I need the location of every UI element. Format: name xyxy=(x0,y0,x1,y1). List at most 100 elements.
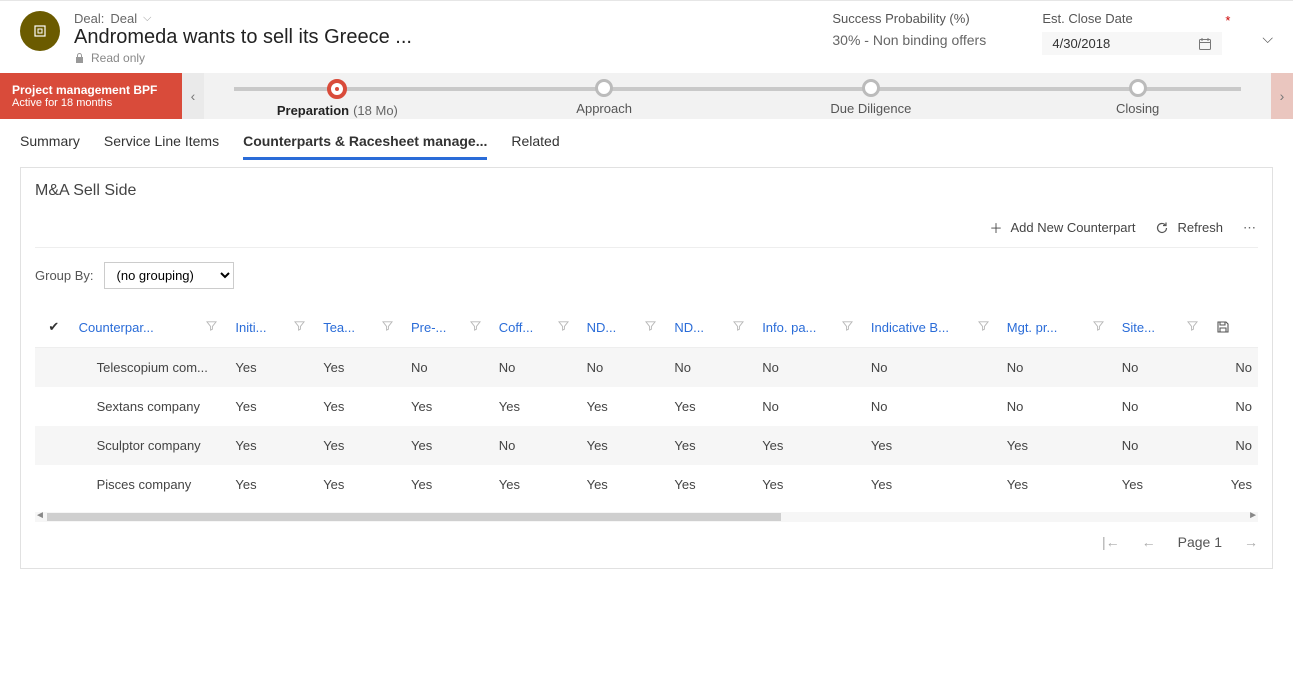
grid-cell[interactable]: Yes xyxy=(405,426,493,465)
grid-cell[interactable]: Yes xyxy=(229,348,317,388)
grid-cell[interactable]: Yes xyxy=(229,465,317,504)
grid-cell[interactable]: Yes xyxy=(668,465,756,504)
column-header[interactable]: Coff... xyxy=(493,307,581,348)
scrollbar-thumb[interactable] xyxy=(47,513,781,521)
grid-cell[interactable]: Yes xyxy=(1116,465,1210,504)
grid-cell[interactable]: Yes xyxy=(317,465,405,504)
grid-cell[interactable]: No xyxy=(581,348,669,388)
row-select-cell[interactable] xyxy=(35,348,73,388)
group-by-select[interactable]: (no grouping) xyxy=(104,262,234,289)
tab-summary[interactable]: Summary xyxy=(20,133,80,160)
filter-icon[interactable] xyxy=(206,320,223,331)
filter-icon[interactable] xyxy=(294,320,311,331)
grid-cell[interactable]: No xyxy=(1210,387,1258,426)
stage-preparation[interactable]: Preparation(18 Mo) xyxy=(204,75,471,118)
grid-cell[interactable]: No xyxy=(756,387,865,426)
refresh-button[interactable]: Refresh xyxy=(1155,220,1223,235)
grid-cell[interactable]: Yes xyxy=(1001,426,1116,465)
filter-icon[interactable] xyxy=(842,320,859,331)
grid-cell[interactable]: No xyxy=(1116,348,1210,388)
grid-cell[interactable]: Yes xyxy=(229,426,317,465)
grid-cell[interactable]: No xyxy=(493,426,581,465)
column-header[interactable]: Indicative B... xyxy=(865,307,1001,348)
grid-cell[interactable]: No xyxy=(1210,426,1258,465)
column-header[interactable]: Counterpar... xyxy=(73,307,230,348)
grid-cell[interactable]: Yes xyxy=(1001,465,1116,504)
filter-icon[interactable] xyxy=(733,320,750,331)
column-header[interactable]: Initi... xyxy=(229,307,317,348)
filter-icon[interactable] xyxy=(382,320,399,331)
tab-counterparts-racesheet-manage[interactable]: Counterparts & Racesheet manage... xyxy=(243,133,487,160)
table-row[interactable]: Telescopium com...YesYesNoNoNoNoNoNoNoNo… xyxy=(35,348,1258,388)
pager-first-button[interactable]: |← xyxy=(1102,534,1120,550)
column-header[interactable]: Site... xyxy=(1116,307,1210,348)
horizontal-scrollbar[interactable] xyxy=(35,512,1258,522)
pager-next-button[interactable]: → xyxy=(1244,534,1258,550)
counterpart-name-cell[interactable]: Pisces company xyxy=(73,465,230,504)
grid-cell[interactable]: Yes xyxy=(317,426,405,465)
grid-cell[interactable]: No xyxy=(865,387,1001,426)
process-flag[interactable]: Project management BPF Active for 18 mon… xyxy=(0,73,182,119)
grid-cell[interactable]: Yes xyxy=(581,465,669,504)
save-layout-column[interactable] xyxy=(1210,307,1258,348)
column-header[interactable]: ND... xyxy=(668,307,756,348)
row-select-cell[interactable] xyxy=(35,387,73,426)
tab-related[interactable]: Related xyxy=(511,133,559,160)
counterpart-name-cell[interactable]: Sculptor company xyxy=(73,426,230,465)
column-header[interactable]: Pre-... xyxy=(405,307,493,348)
grid-cell[interactable]: Yes xyxy=(865,465,1001,504)
stage-closing[interactable]: Closing xyxy=(1004,75,1271,118)
column-header[interactable]: ND... xyxy=(581,307,669,348)
table-row[interactable]: Sextans companyYesYesYesYesYesYesNoNoNoN… xyxy=(35,387,1258,426)
grid-cell[interactable]: Yes xyxy=(405,387,493,426)
table-row[interactable]: Sculptor companyYesYesYesNoYesYesYesYesY… xyxy=(35,426,1258,465)
column-header[interactable]: Info. pa... xyxy=(756,307,865,348)
grid-cell[interactable]: Yes xyxy=(668,426,756,465)
grid-cell[interactable]: Yes xyxy=(493,387,581,426)
grid-cell[interactable]: Yes xyxy=(865,426,1001,465)
grid-cell[interactable]: No xyxy=(756,348,865,388)
column-header[interactable]: Tea... xyxy=(317,307,405,348)
process-prev-button[interactable]: ‹ xyxy=(182,73,204,119)
filter-icon[interactable] xyxy=(558,320,575,331)
grid-cell[interactable]: No xyxy=(1116,426,1210,465)
grid-cell[interactable]: No xyxy=(865,348,1001,388)
grid-cell[interactable]: No xyxy=(1210,348,1258,388)
more-commands-button[interactable]: ⋯ xyxy=(1243,220,1258,236)
filter-icon[interactable] xyxy=(470,320,487,331)
grid-cell[interactable]: Yes xyxy=(581,387,669,426)
column-header[interactable]: Mgt. pr... xyxy=(1001,307,1116,348)
pager-prev-button[interactable]: ← xyxy=(1142,534,1156,550)
grid-cell[interactable]: Yes xyxy=(317,387,405,426)
process-next-button[interactable]: › xyxy=(1271,73,1293,119)
filter-icon[interactable] xyxy=(1187,320,1204,331)
filter-icon[interactable] xyxy=(1093,320,1110,331)
grid-cell[interactable]: No xyxy=(1116,387,1210,426)
grid-cell[interactable]: Yes xyxy=(493,465,581,504)
grid-cell[interactable]: No xyxy=(668,348,756,388)
grid-cell[interactable]: No xyxy=(1001,387,1116,426)
grid-cell[interactable]: Yes xyxy=(756,426,865,465)
add-counterpart-button[interactable]: ＋ Add New Counterpart xyxy=(989,218,1135,237)
row-select-cell[interactable] xyxy=(35,426,73,465)
expand-header-button[interactable]: ⌵ xyxy=(1262,30,1273,47)
grid-cell[interactable]: Yes xyxy=(668,387,756,426)
grid-cell[interactable]: No xyxy=(1001,348,1116,388)
grid-cell[interactable]: Yes xyxy=(405,465,493,504)
grid-cell[interactable]: No xyxy=(405,348,493,388)
tab-service-line-items[interactable]: Service Line Items xyxy=(104,133,219,160)
breadcrumb[interactable]: Deal: Deal ⌵ xyxy=(74,11,494,26)
row-select-cell[interactable] xyxy=(35,465,73,504)
close-date-input[interactable]: 4/30/2018 xyxy=(1042,32,1222,55)
grid-cell[interactable]: Yes xyxy=(581,426,669,465)
counterpart-name-cell[interactable]: Telescopium com... xyxy=(73,348,230,388)
select-all-column[interactable]: ✔ xyxy=(35,307,73,348)
stage-approach[interactable]: Approach xyxy=(471,75,738,118)
stage-due-diligence[interactable]: Due Diligence xyxy=(738,75,1005,118)
filter-icon[interactable] xyxy=(645,320,662,331)
table-row[interactable]: Pisces companyYesYesYesYesYesYesYesYesYe… xyxy=(35,465,1258,504)
grid-cell[interactable]: Yes xyxy=(229,387,317,426)
grid-cell[interactable]: Yes xyxy=(756,465,865,504)
counterpart-name-cell[interactable]: Sextans company xyxy=(73,387,230,426)
grid-cell[interactable]: Yes xyxy=(317,348,405,388)
